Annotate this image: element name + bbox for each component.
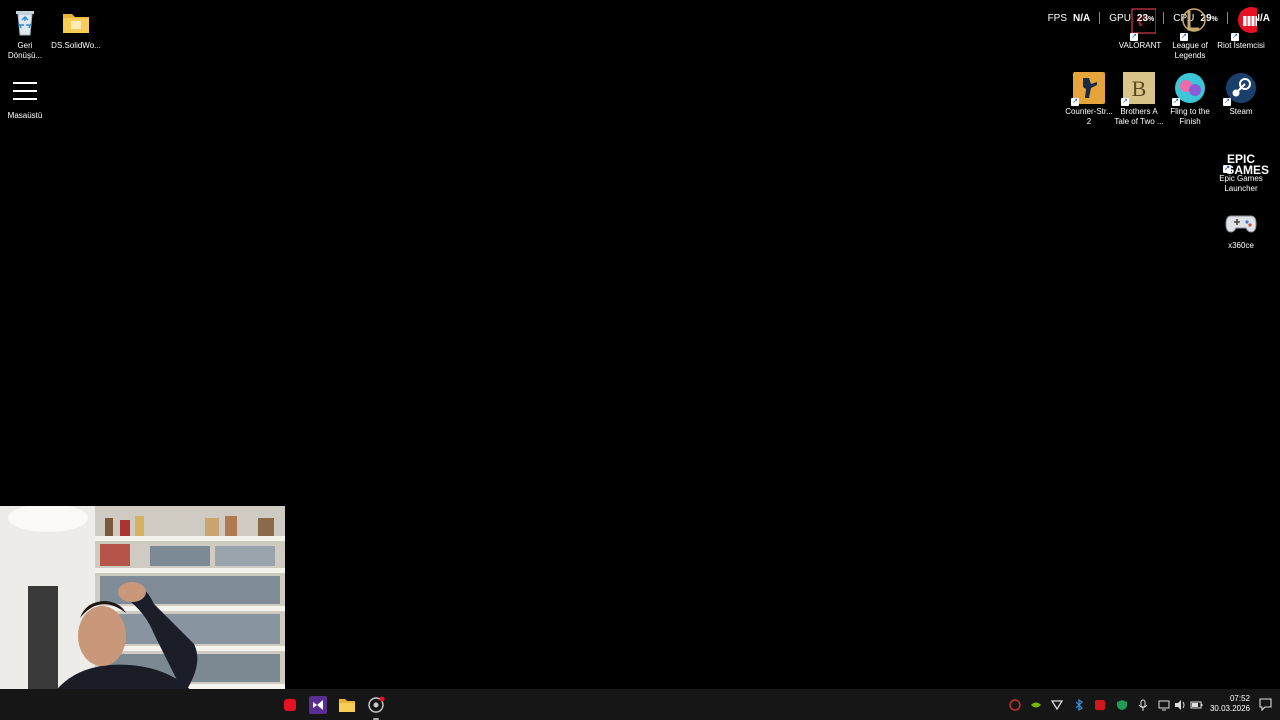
visual-studio-icon	[309, 696, 327, 714]
wifi-triangle-icon	[1051, 700, 1063, 711]
fps-label: FPS	[1047, 12, 1068, 24]
folder-icon	[60, 6, 92, 38]
clock-date: 30.03.2026	[1209, 704, 1250, 713]
desktop-icon-label: Steam	[1229, 107, 1253, 116]
desktop-icon-recycle-bin[interactable]: Geri Dönüşü...	[0, 6, 50, 61]
hamburger-menu-icon	[9, 76, 41, 108]
desktop-icon-counter-strike-2[interactable]: ↗ Counter-Str... 2	[1064, 72, 1114, 127]
desktop-icon-label: Geri Dönüşü...	[7, 41, 43, 60]
nvidia-icon	[1031, 702, 1041, 708]
taskbar-red-app-button[interactable]	[278, 693, 302, 717]
notification-center-button[interactable]	[1259, 698, 1272, 712]
red-app-icon	[284, 699, 296, 711]
shortcut-arrow-icon: ↗	[1071, 98, 1079, 106]
steam-icon: ↗	[1223, 72, 1257, 106]
battery-icon	[1190, 701, 1202, 709]
chrome-like-icon	[368, 696, 385, 713]
desktop-icon-label: x360ce	[1228, 241, 1254, 250]
shortcut-arrow-icon: ↗	[1121, 98, 1129, 106]
svg-text:B: B	[1132, 76, 1147, 101]
valorant-icon: ↗	[1124, 6, 1157, 41]
webcam-feed-image	[0, 506, 285, 720]
brothers-game-icon: B ↗	[1121, 72, 1155, 106]
volume-icon	[1175, 700, 1185, 710]
fps-value: N/A	[1073, 12, 1091, 24]
tray-microphone-button[interactable]	[1136, 698, 1150, 712]
league-of-legends-icon: ↗	[1174, 6, 1206, 41]
tray-shield-button[interactable]	[1008, 698, 1022, 712]
tray-battery-button[interactable]	[1189, 698, 1203, 712]
desktop-icon-valorant[interactable]: ↗ VALORANT	[1115, 6, 1165, 51]
microphone-icon	[1138, 699, 1148, 711]
notification-icon	[1259, 698, 1272, 712]
desktop-icon-x360ce[interactable]: x360ce	[1216, 206, 1266, 251]
taskbar-visual-studio-button[interactable]	[306, 693, 330, 717]
shortcut-arrow-icon: ↗	[1231, 33, 1239, 41]
file-explorer-icon	[339, 699, 355, 712]
desktop-icon-epic-games[interactable]: EPIC GAMES ↗ Epic Games Launcher	[1216, 139, 1269, 194]
fling-game-icon: ↗	[1172, 72, 1206, 106]
shield-icon	[1009, 699, 1021, 711]
desktop-icon-label: Masaüstü	[7, 111, 43, 120]
desktop-icon-brothers[interactable]: B ↗ Brothers A Tale of Two ...	[1114, 72, 1164, 127]
shortcut-arrow-icon: ↗	[1130, 33, 1138, 41]
bluetooth-icon	[1075, 699, 1083, 711]
riot-fist-icon: ↗	[1225, 6, 1264, 41]
taskbar-clock[interactable]: 07:52 30.03.2026	[1210, 694, 1250, 714]
display-icon	[1158, 700, 1170, 711]
fps-readout: FPS N/A	[1039, 13, 1100, 24]
counter-strike-icon: ↗	[1071, 72, 1105, 106]
tray-defender-button[interactable]	[1115, 698, 1129, 712]
desktop-icon-label: Counter-Str... 2	[1065, 107, 1113, 126]
desktop-icon-label: Fling to the Finish	[1170, 107, 1210, 126]
desktop-icon-label: VALORANT	[1118, 41, 1162, 50]
desktop-icon-ds-solidworks[interactable]: DS.SolidWo...	[51, 6, 101, 51]
taskbar-file-explorer-button[interactable]	[335, 693, 359, 717]
red-square-icon	[1095, 700, 1105, 710]
shortcut-arrow-icon: ↗	[1223, 165, 1231, 173]
shortcut-arrow-icon: ↗	[1223, 98, 1231, 106]
desktop-icon-steam[interactable]: ↗ Steam	[1216, 72, 1266, 117]
desktop-icon-fling-to-the-finish[interactable]: ↗ Fling to the Finish	[1165, 72, 1215, 127]
tray-volume-button[interactable]	[1173, 698, 1187, 712]
taskbar-chrome-button[interactable]	[364, 693, 388, 720]
epic-games-icon: EPIC GAMES ↗	[1223, 139, 1269, 176]
shortcut-arrow-icon: ↗	[1172, 98, 1180, 106]
tray-network-button[interactable]	[1050, 698, 1064, 712]
desktop-icon-league[interactable]: ↗ League of Legends	[1165, 6, 1215, 61]
desktop-icon-masaustu[interactable]: Masaüstü	[0, 76, 50, 121]
webcam-overlay	[0, 506, 285, 720]
taskbar: 07:52 30.03.2026	[0, 689, 1280, 720]
shortcut-arrow-icon: ↗	[1180, 33, 1188, 41]
tray-display-button[interactable]	[1157, 698, 1171, 712]
tray-bluetooth-button[interactable]	[1072, 698, 1086, 712]
tray-red-app-button[interactable]	[1093, 698, 1107, 712]
desktop-icon-label: DS.SolidWo...	[51, 41, 101, 50]
gamepad-icon	[1225, 206, 1257, 238]
desktop-icon-riot-client[interactable]: ↗ Riot İstemcisi	[1216, 6, 1266, 51]
desktop-icon-label: Riot İstemcisi	[1217, 41, 1265, 50]
clock-time: 07:52	[1229, 694, 1250, 703]
defender-icon	[1117, 700, 1127, 710]
desktop-icon-label: Brothers A Tale of Two ...	[1114, 107, 1164, 126]
recycle-bin-icon	[9, 6, 41, 38]
tray-nvidia-button[interactable]	[1029, 698, 1043, 712]
desktop-icon-label: League of Legends	[1172, 41, 1208, 60]
